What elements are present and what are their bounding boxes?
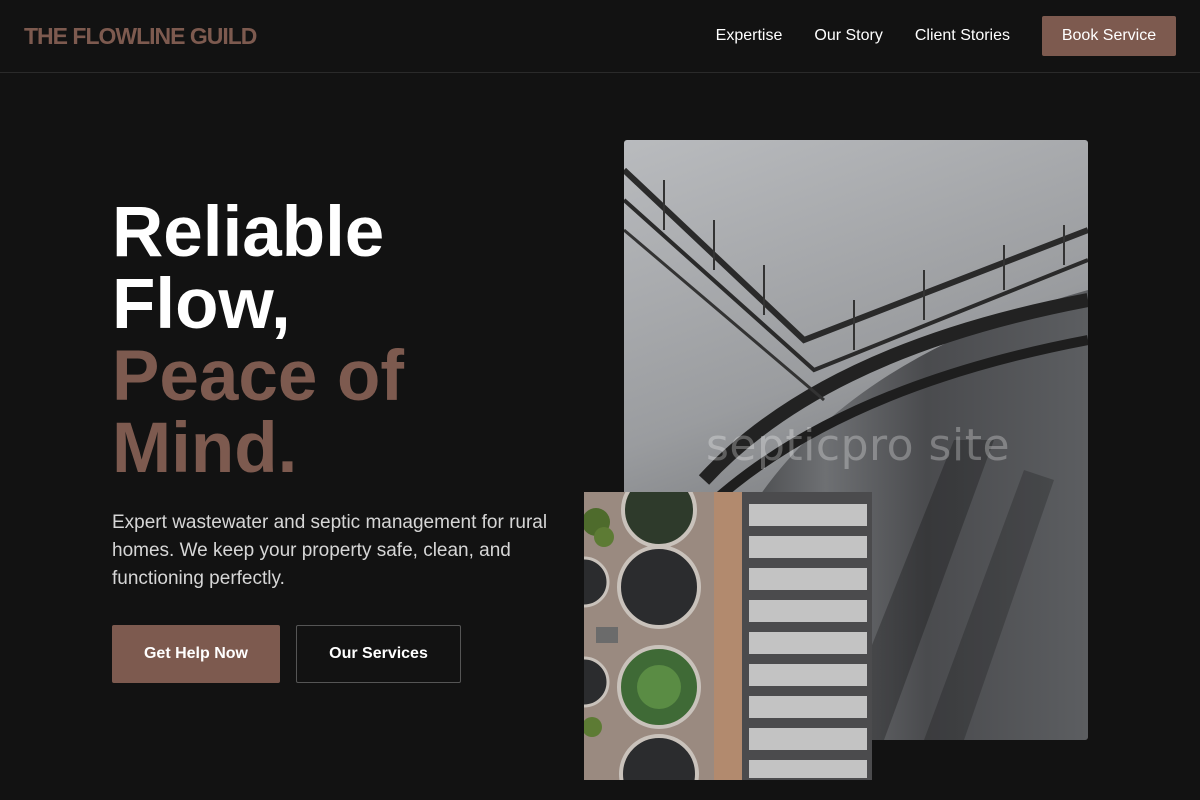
site-logo[interactable]: THE FLOWLINE GUILD [24, 23, 257, 50]
nav-link-client-stories[interactable]: Client Stories [915, 27, 1010, 45]
nav-link-our-story[interactable]: Our Story [814, 27, 882, 45]
hero-title: Reliable Flow, Peace of Mind. [112, 197, 532, 485]
get-help-now-button[interactable]: Get Help Now [112, 625, 280, 683]
site-header: THE FLOWLINE GUILD Expertise Our Story C… [0, 0, 1200, 73]
hero-description: Expert wastewater and septic management … [112, 512, 548, 589]
main-nav: Expertise Our Story Client Stories Book … [716, 16, 1176, 56]
hero-title-line-3: Peace of [112, 337, 405, 416]
treatment-plant-aerial-photo [584, 492, 872, 780]
nav-link-expertise[interactable]: Expertise [716, 27, 783, 45]
book-service-button[interactable]: Book Service [1042, 16, 1176, 56]
hero-title-line-4: Mind. [112, 409, 298, 488]
our-services-button[interactable]: Our Services [296, 625, 461, 683]
hero-title-line-1: Reliable [112, 193, 385, 272]
aerial-illustration [584, 492, 872, 780]
image-watermark: septicpro site [706, 420, 1011, 471]
hero-title-line-2: Flow, [112, 265, 291, 344]
